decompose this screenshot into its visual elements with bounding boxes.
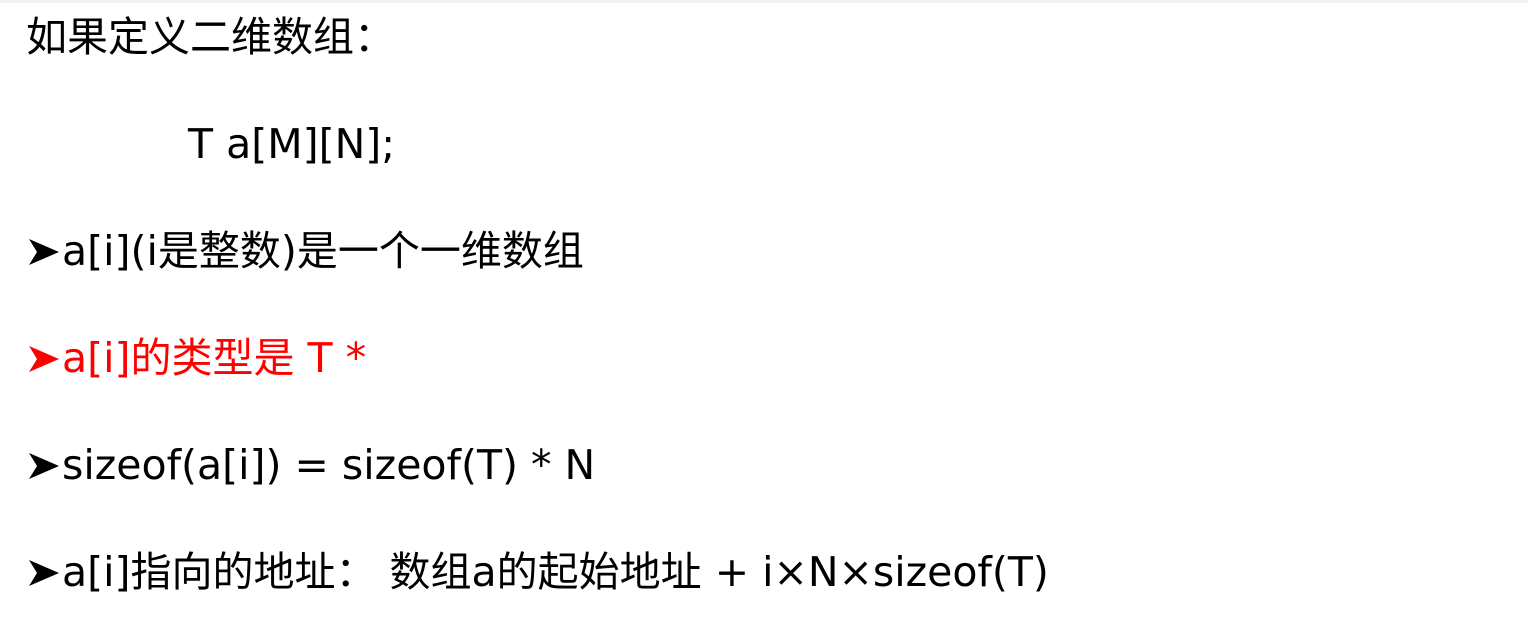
- arrow-bullet-icon: [26, 223, 62, 279]
- bullet-item-2-text: a[i]的类型是 T *: [62, 334, 367, 382]
- arrow-bullet-icon: [26, 437, 62, 493]
- declaration-code: T a[M][N];: [188, 120, 396, 168]
- bullet-item-1: a[i](i是整数)是一个一维数组: [26, 223, 584, 279]
- bullet-item-2: a[i]的类型是 T *: [26, 330, 366, 386]
- bullet-item-4: a[i]指向的地址： 数组a的起始地址 + i×N×sizeof(T): [26, 544, 1049, 600]
- bullet-item-3: sizeof(a[i]) = sizeof(T) * N: [26, 437, 595, 493]
- bullet-item-4-text: a[i]指向的地址： 数组a的起始地址 + i×N×sizeof(T): [62, 548, 1049, 596]
- slide: 如果定义二维数组： T a[M][N]; a[i](i是整数)是一个一维数组 a…: [0, 0, 1528, 638]
- arrow-bullet-icon: [26, 330, 62, 386]
- arrow-bullet-icon: [26, 544, 62, 600]
- intro-text: 如果定义二维数组：: [26, 13, 395, 61]
- top-divider: [0, 0, 1528, 3]
- bullet-item-3-text: sizeof(a[i]) = sizeof(T) * N: [62, 441, 596, 489]
- bullet-item-1-text: a[i](i是整数)是一个一维数组: [62, 227, 584, 275]
